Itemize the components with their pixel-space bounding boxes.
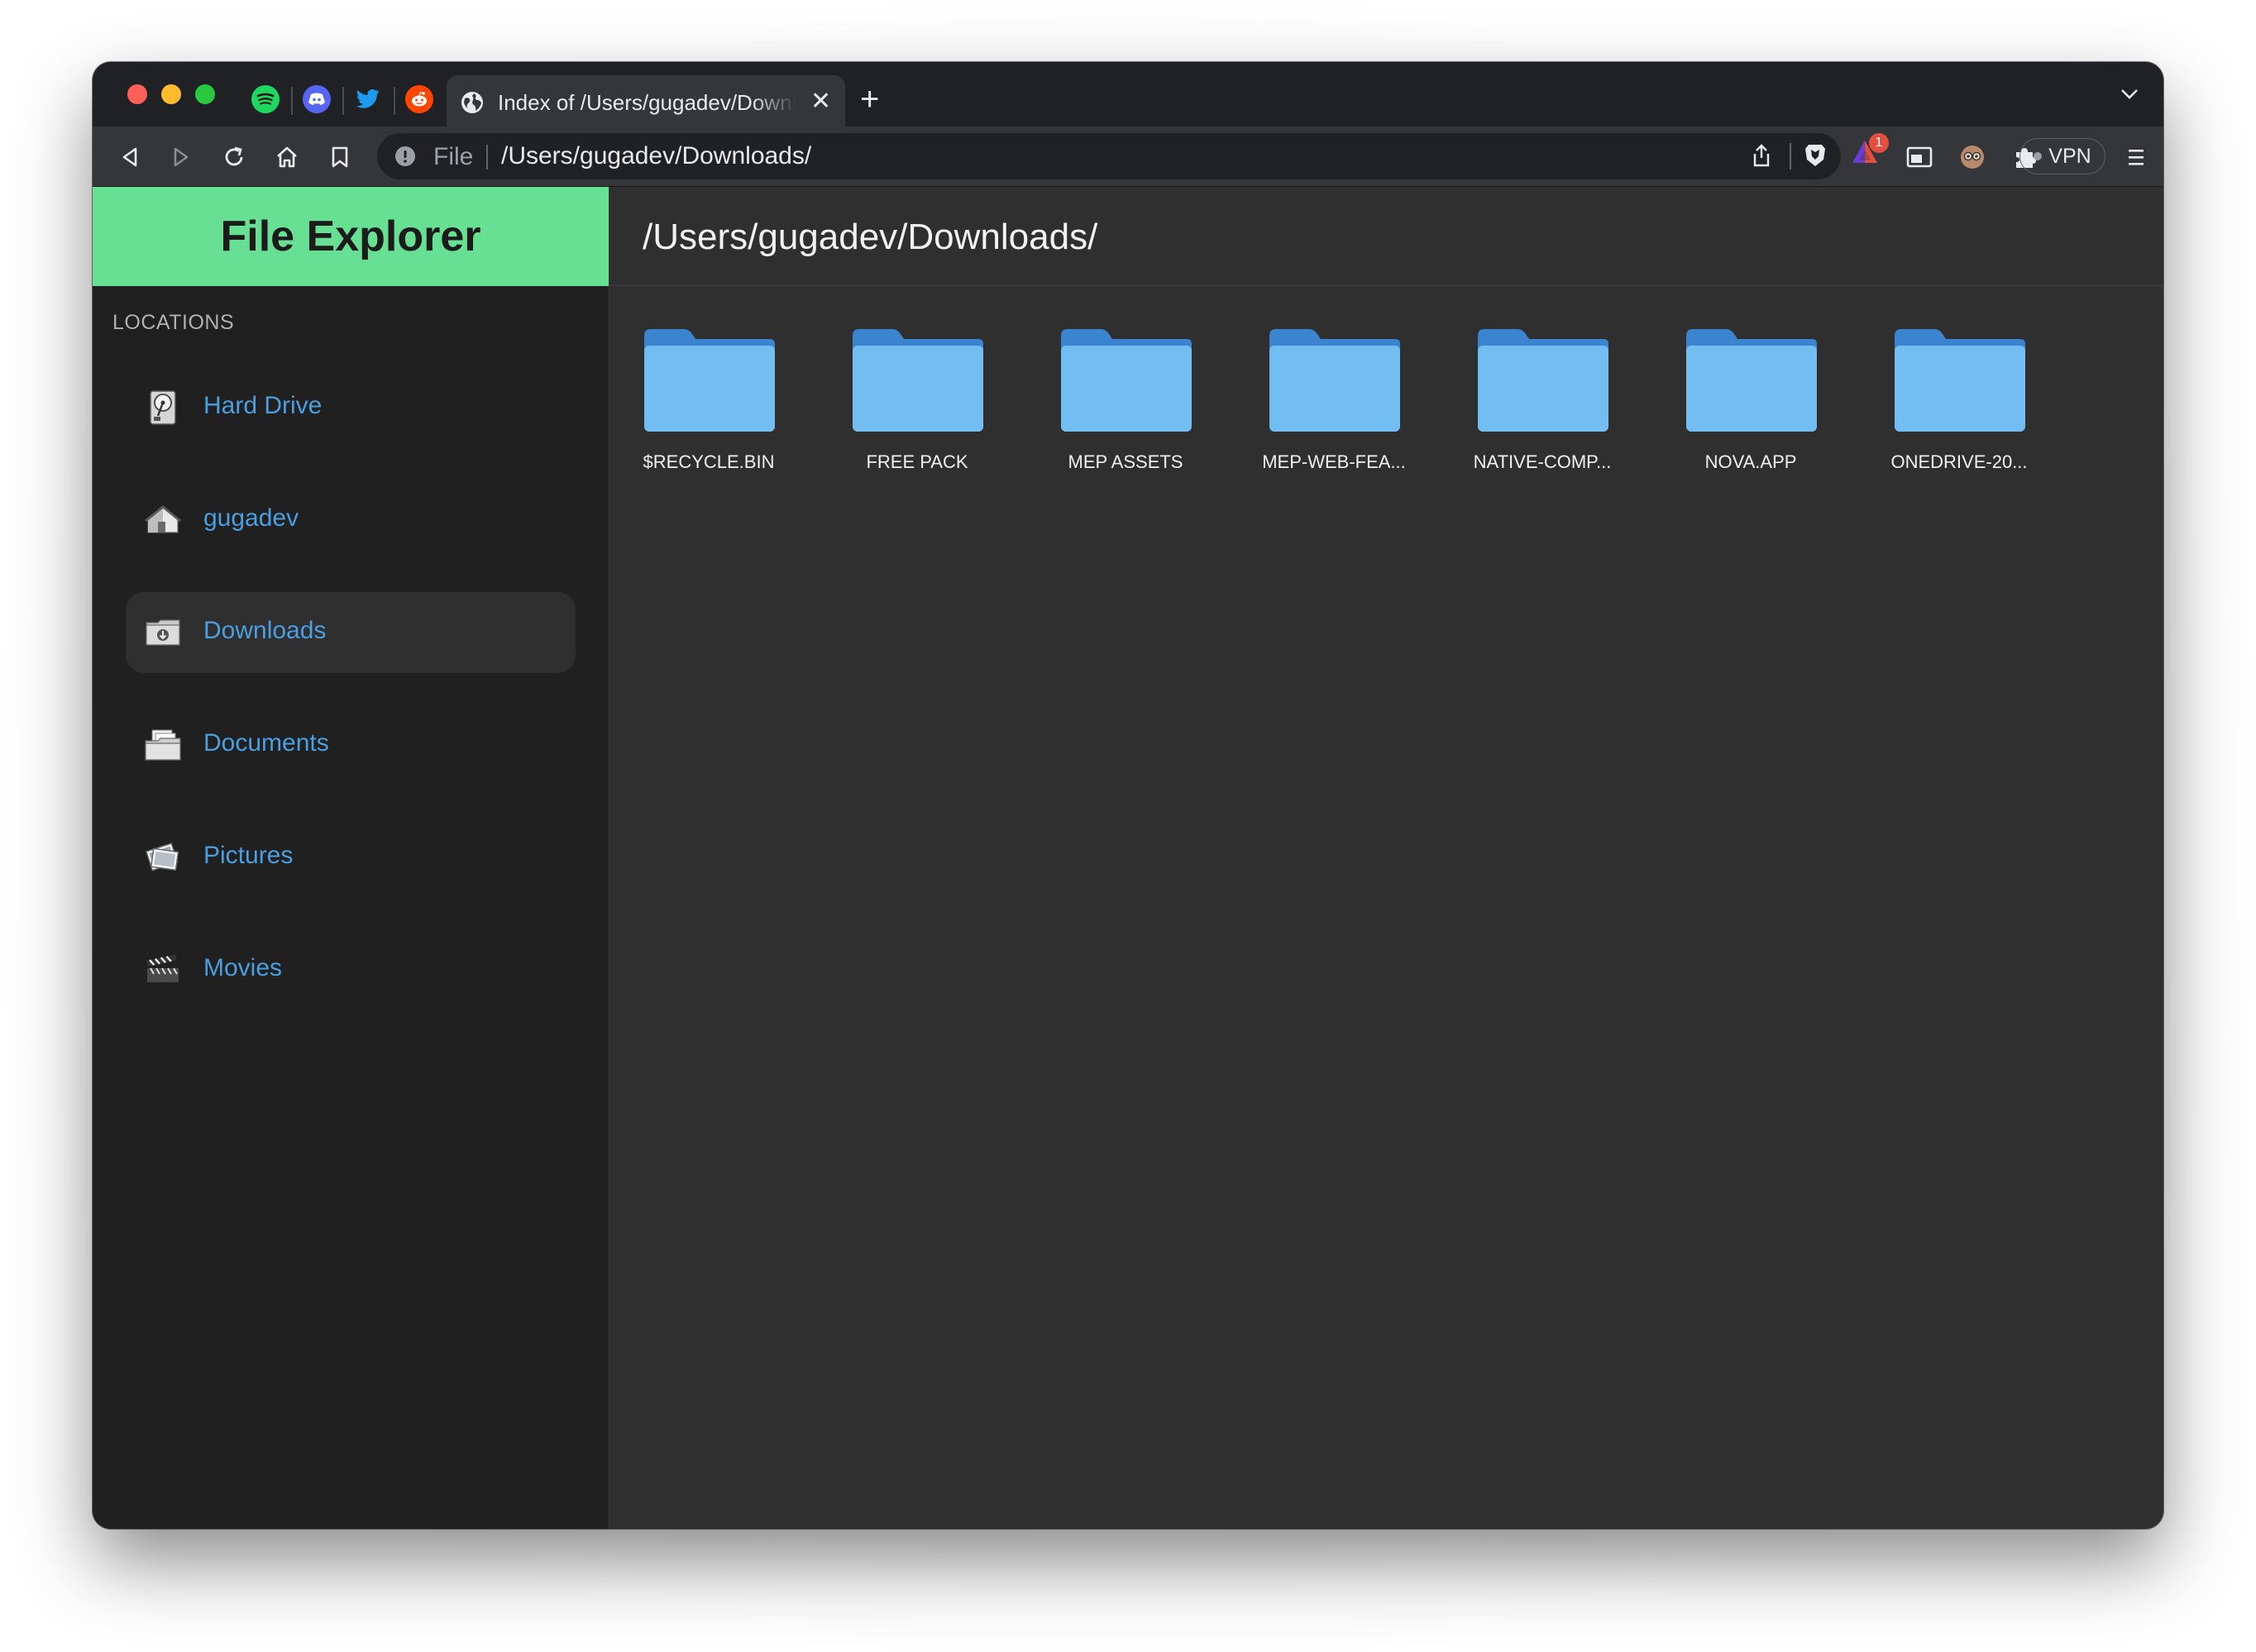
vpn-status-dot [2034,152,2043,160]
folder-icon [853,329,983,432]
minimize-window-button[interactable] [161,84,181,104]
home-icon [144,501,182,539]
sidebar-item-gugadev[interactable]: gugadev [126,480,576,561]
folder-icon [1269,329,1400,432]
twitter-icon[interactable] [354,85,382,113]
folder-name: MEP-WEB-FEA... [1262,451,1406,472]
sidebar-item-label: Movies [203,954,283,981]
brave-shields-icon[interactable] [1803,142,1828,173]
folder-name: FREE PACK [866,451,968,472]
folder-name: NOVA.APP [1704,451,1797,472]
folder-item[interactable]: FREE PACK [851,327,983,476]
path-header: /Users/gugadev/Downloads/ [609,187,2163,286]
sidebar: File Explorer LOCATIONS Hard Drive gugad… [93,187,609,1529]
extension-avatar-icon[interactable] [1958,143,1986,171]
tab-separator [394,87,395,115]
url-text[interactable]: /Users/gugadev/Downloads/ [501,142,811,170]
omnibox-divider [1790,143,1791,169]
sidebar-item-label: Downloads [203,617,327,644]
discord-icon[interactable] [303,85,331,113]
folder-item[interactable]: NOVA.APP [1685,327,1817,476]
current-path: /Users/gugadev/Downloads/ [643,217,1098,257]
page-content: File Explorer LOCATIONS Hard Drive gugad… [93,187,2163,1529]
home-button-icon[interactable] [273,143,301,171]
url-divider [486,145,488,169]
folder-name: $RECYCLE.BIN [643,451,775,472]
main-panel: /Users/gugadev/Downloads/ $RECYCLE.BIN F… [609,187,2163,1529]
forward-icon[interactable] [167,143,195,171]
sidebar-item-movies[interactable]: Movies [126,929,576,1010]
tab-separator [291,87,293,115]
close-window-button[interactable] [127,84,147,104]
folder-icon [1478,329,1608,432]
rewards-badge: 1 [1869,133,1889,153]
zoom-window-button[interactable] [195,84,215,104]
tab-strip: Index of /Users/gugadev/Downloads/ ✕ + [93,62,2163,127]
tab-close-icon[interactable]: ✕ [810,89,831,114]
url-scheme: File [433,143,474,170]
sidebar-item-hard-drive[interactable]: Hard Drive [126,367,576,448]
back-icon[interactable] [116,143,144,171]
bookmark-icon[interactable] [326,143,354,171]
folder-item[interactable]: ONEDRIVE-20... [1890,327,2028,476]
folder-name: ONEDRIVE-20... [1890,451,2028,472]
tab-title: Index of /Users/gugadev/Downloads/ [498,90,796,115]
sidebar-item-downloads[interactable]: Downloads [126,592,576,673]
spotify-icon[interactable] [251,85,280,113]
folder-item[interactable]: NATIVE-COMP... [1474,327,1611,476]
pictures-icon [144,838,182,876]
sidebar-item-label: Hard Drive [203,392,323,419]
browser-toolbar: File /Users/gugadev/Downloads/ 1 VPN [93,127,2163,187]
sidebar-item-pictures[interactable]: Pictures [126,817,576,898]
sidebar-item-label: Pictures [203,842,294,869]
browser-window: Index of /Users/gugadev/Downloads/ ✕ + [93,62,2163,1529]
sidebar-item-label: Documents [203,729,329,757]
brand-title: File Explorer [93,187,609,286]
reddit-icon[interactable] [405,85,433,113]
address-bar[interactable]: File /Users/gugadev/Downloads/ [377,133,1841,179]
vpn-button[interactable]: VPN [2019,138,2105,174]
menu-hamburger-icon[interactable] [2122,143,2150,171]
folder-icon [1895,329,2025,432]
downloads-folder-icon [144,614,182,652]
hard-drive-icon [144,389,182,427]
movies-icon [144,951,182,989]
sidebar-item-label: gugadev [203,504,299,532]
locations-heading: LOCATIONS [112,311,235,334]
folder-icon [644,329,775,432]
folder-icon [1061,329,1192,432]
folder-item[interactable]: $RECYCLE.BIN [643,327,775,476]
documents-icon [144,726,182,764]
folder-name: MEP ASSETS [1068,451,1183,472]
tab-search-chevron-icon[interactable] [2120,88,2139,104]
folder-name: NATIVE-COMP... [1473,451,1612,472]
reading-list-icon[interactable] [1905,143,1933,171]
vpn-label: VPN [2048,144,2091,168]
tab-active[interactable]: Index of /Users/gugadev/Downloads/ ✕ [447,75,845,127]
folder-item[interactable]: MEP ASSETS [1059,327,1192,476]
share-icon[interactable] [1752,143,1771,172]
new-tab-button[interactable]: + [860,83,879,116]
reload-icon[interactable] [220,143,248,171]
folder-icon [1686,329,1817,432]
globe-icon [460,90,485,119]
folder-item[interactable]: MEP-WEB-FEA... [1262,327,1406,476]
brave-rewards-icon[interactable]: 1 [1851,133,1889,170]
tab-separator [342,87,344,115]
sidebar-item-documents[interactable]: Documents [126,704,576,785]
info-icon[interactable] [394,145,417,172]
